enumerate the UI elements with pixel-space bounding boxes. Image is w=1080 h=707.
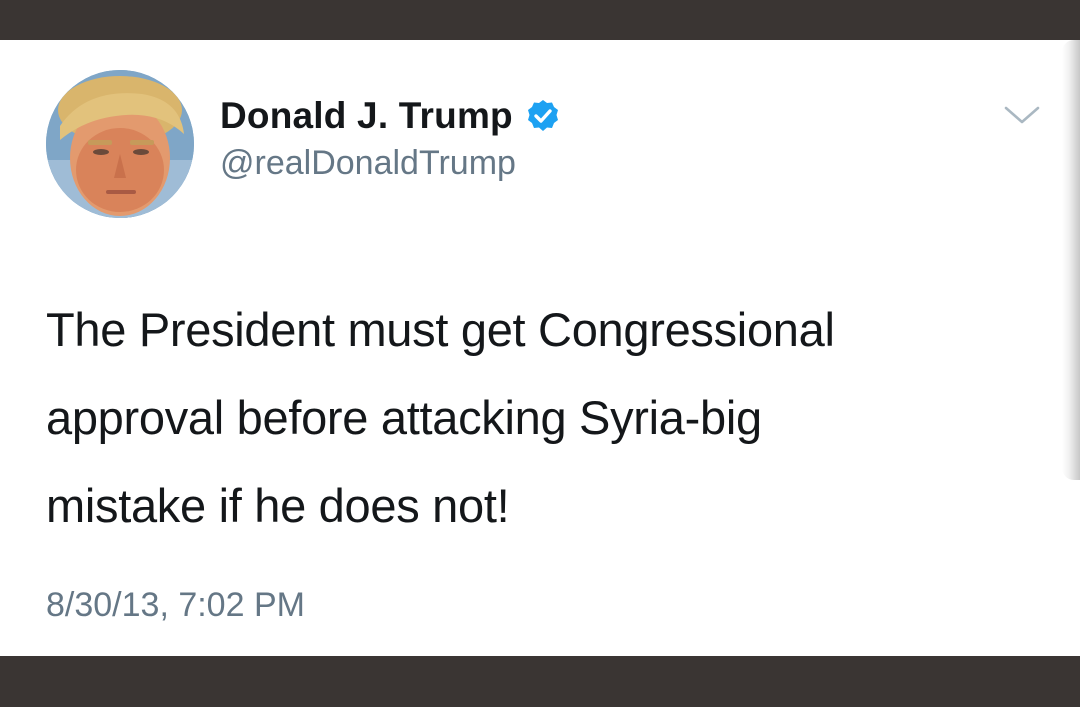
avatar[interactable] [46, 70, 194, 218]
display-name-row: Donald J. Trump [220, 94, 561, 138]
screenshot-frame: Donald J. Trump @realDonaldTrump The Pre… [0, 0, 1080, 707]
tweet-timestamp[interactable]: 8/30/13, 7:02 PM [46, 586, 305, 625]
user-handle[interactable]: @realDonaldTrump [220, 144, 561, 183]
author-block[interactable]: Donald J. Trump @realDonaldTrump [220, 94, 561, 183]
verified-badge-icon [525, 98, 561, 134]
side-panel-edge [1062, 40, 1080, 480]
display-name[interactable]: Donald J. Trump [220, 95, 513, 137]
avatar-image [46, 70, 194, 218]
tweet-card: Donald J. Trump @realDonaldTrump The Pre… [0, 40, 1080, 656]
chevron-down-icon[interactable] [1002, 102, 1042, 128]
tweet-text: The President must get Congressional app… [46, 303, 835, 532]
